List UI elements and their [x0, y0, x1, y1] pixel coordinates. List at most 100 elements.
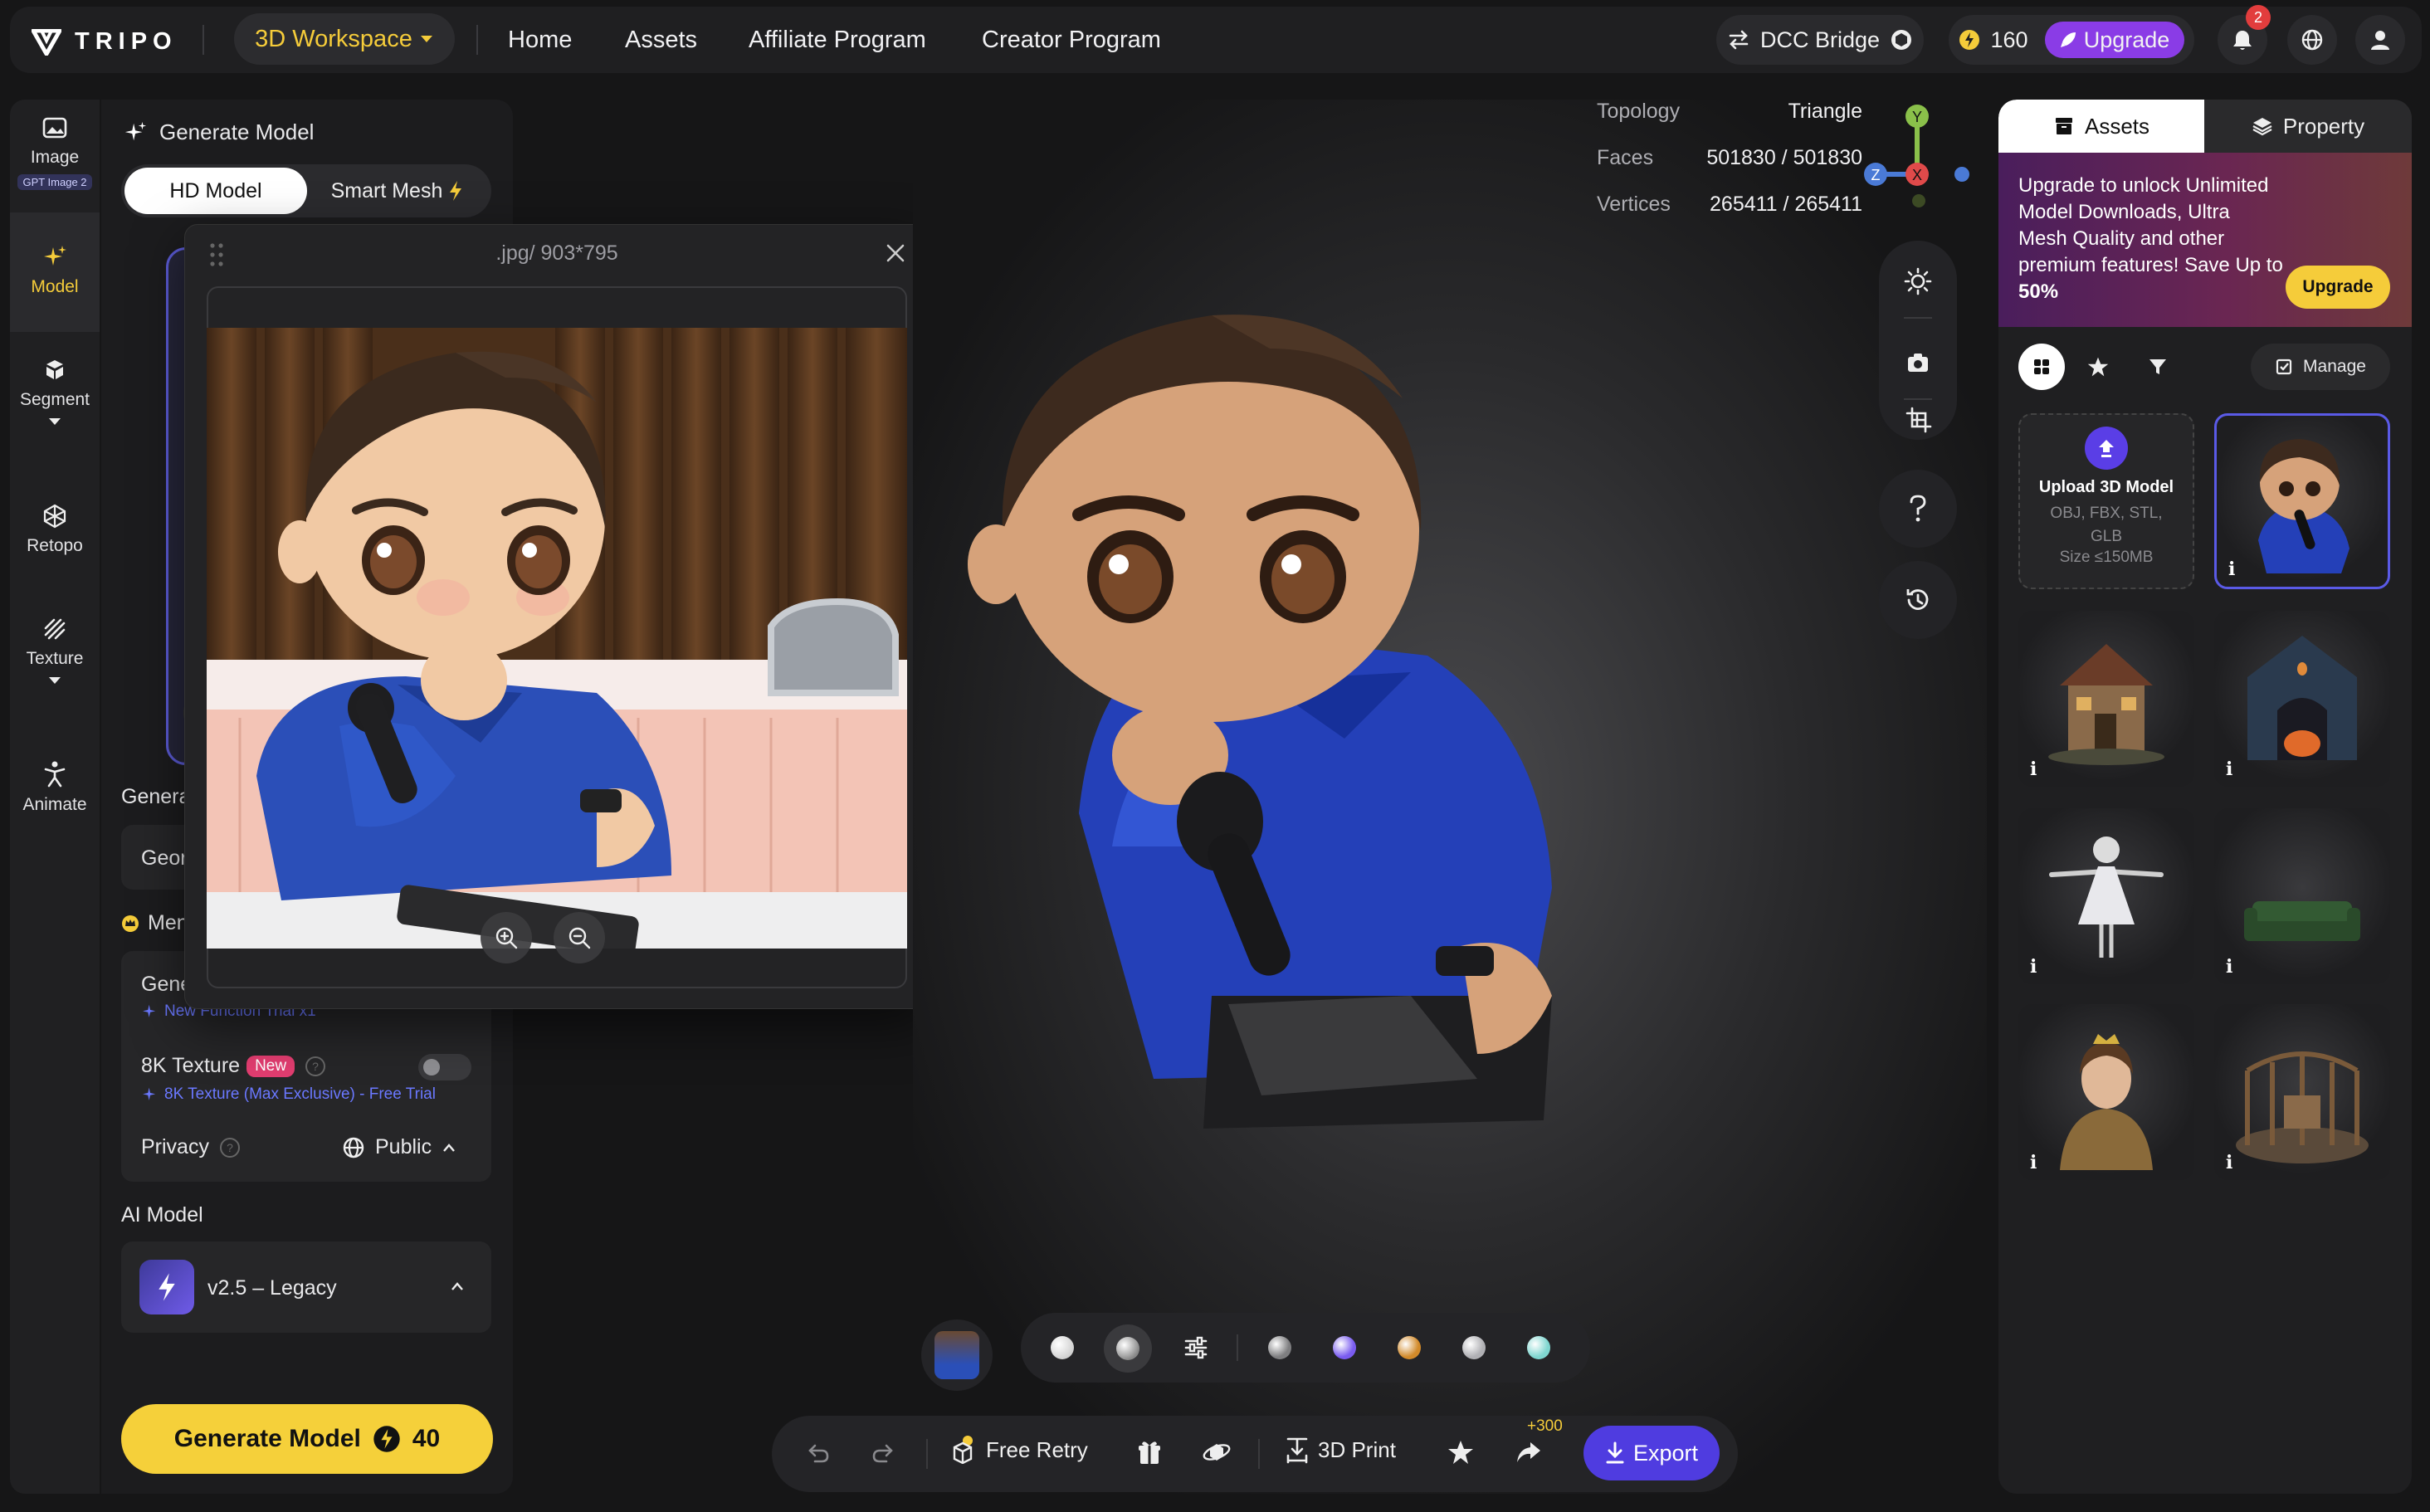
nav-home[interactable]: Home [508, 27, 572, 54]
export-button[interactable]: Export [1583, 1426, 1720, 1480]
free-retry-button[interactable]: Free Retry [951, 1436, 1088, 1464]
share-icon[interactable] [1515, 1441, 1542, 1464]
nav-assets[interactable]: Assets [625, 27, 697, 54]
filter-button[interactable] [2135, 344, 2181, 390]
workspace-dropdown[interactable]: 3D Workspace [234, 13, 455, 65]
swatch-teal[interactable] [1527, 1336, 1550, 1359]
filter-all-button[interactable] [2018, 344, 2065, 390]
zoom-out-button[interactable] [554, 912, 605, 963]
lightning-coin-icon [373, 1426, 400, 1452]
zoom-out-icon [568, 927, 591, 949]
upgrade-promo-banner: Upgrade to unlock Unlimited Model Downlo… [1998, 153, 2412, 327]
image-preview-popup: .jpg/ 903*795 [184, 224, 928, 1009]
asset-thumb-queen[interactable]: i [2018, 1004, 2194, 1180]
history-button[interactable] [1879, 561, 1957, 639]
axis-gizmo[interactable]: Y Z X [1859, 100, 1984, 224]
orbit-model-icon[interactable] [1202, 1439, 1232, 1466]
faces-label: Faces [1597, 146, 1654, 169]
textured-render-button[interactable] [1104, 1324, 1152, 1373]
rail-animate[interactable]: Animate [10, 760, 100, 815]
close-icon[interactable] [884, 241, 907, 265]
material-toolbar [1021, 1313, 1590, 1383]
rail-segment[interactable]: Segment [10, 357, 100, 427]
generate-model-button[interactable]: Generate Model 40 [121, 1404, 493, 1474]
ai-model-select[interactable]: v2.5 – Legacy [121, 1241, 491, 1333]
globe-icon [343, 1137, 364, 1158]
asset-thumb-current-model[interactable]: i [2214, 413, 2390, 589]
asset-info-icon[interactable]: i [2228, 558, 2235, 580]
redo-icon[interactable] [871, 1442, 896, 1464]
privacy-label: Privacy [141, 1135, 209, 1158]
asset-info-icon[interactable]: i [2226, 758, 2232, 780]
divider [202, 25, 204, 55]
vertices-label: Vertices [1597, 193, 1671, 216]
asset-info-icon[interactable]: i [2226, 956, 2232, 978]
promo-upgrade-button[interactable]: Upgrade [2286, 266, 2390, 309]
privacy-select[interactable]: Public [342, 1135, 456, 1159]
asset-preview-queen [2060, 1034, 2153, 1170]
manage-label: Manage [2303, 357, 2366, 376]
tab-assets[interactable]: Assets [1998, 100, 2204, 153]
faces-value: 501830 / 501830 [1706, 146, 1862, 169]
tab-property[interactable]: Property [2204, 100, 2412, 153]
help-button[interactable] [1879, 470, 1957, 548]
asset-thumb-stage[interactable]: i [2214, 1004, 2390, 1180]
rail-image[interactable]: Image GPT Image 2 [10, 116, 100, 190]
help-circle-icon[interactable]: ? [305, 1056, 326, 1077]
swatch-gray[interactable] [1268, 1336, 1291, 1359]
notifications-button[interactable]: 2 [2218, 5, 2271, 65]
crop-grid-icon[interactable] [1904, 405, 1932, 433]
nav-affiliate-program[interactable]: Affiliate Program [749, 27, 926, 54]
lightning-icon [159, 1273, 175, 1301]
undo-icon[interactable] [805, 1442, 830, 1464]
asset-thumb-ballerina[interactable]: i [2018, 808, 2194, 984]
asset-info-icon[interactable]: i [2226, 1152, 2232, 1173]
zoom-in-button[interactable] [481, 912, 532, 963]
account-button[interactable] [2355, 15, 2405, 65]
3d-print-button[interactable]: 3D Print [1285, 1436, 1396, 1464]
asset-thumb-sofa[interactable]: i [2214, 808, 2390, 984]
model-thumbnail-button[interactable] [921, 1319, 993, 1391]
tab-hd-model[interactable]: HD Model [124, 168, 307, 214]
reference-image [207, 328, 907, 949]
sliders-icon[interactable] [1183, 1336, 1208, 1359]
camera-icon[interactable] [1904, 349, 1932, 377]
asset-thumb-house[interactable]: i [2018, 611, 2194, 787]
3d-print-label: 3D Print [1318, 1436, 1396, 1462]
rail-model[interactable]: Model [10, 244, 100, 297]
sparkle-icon [143, 1087, 156, 1100]
swatch-gold[interactable] [1398, 1336, 1421, 1359]
dcc-bridge-button[interactable]: DCC Bridge [1716, 15, 1924, 65]
gift-icon[interactable] [1137, 1439, 1162, 1466]
tripo-logo[interactable]: TRIPO [32, 28, 178, 56]
rail-retopo[interactable]: Retopo [10, 503, 100, 556]
clay-render-button[interactable] [1051, 1336, 1074, 1359]
upload-3d-model-tile[interactable]: Upload 3D Model OBJ, FBX, STL, GLB Size … [2018, 413, 2194, 589]
light-icon[interactable] [1904, 267, 1932, 295]
rail-segment-label: Segment [19, 390, 90, 409]
manage-button[interactable]: Manage [2251, 344, 2390, 390]
upload-arrow-icon [2099, 440, 2114, 457]
swatch-iridescent[interactable] [1333, 1336, 1356, 1359]
divider [1237, 1334, 1238, 1361]
asset-thumb-fireplace[interactable]: i [2214, 611, 2390, 787]
upgrade-button[interactable]: Upgrade [2044, 22, 2184, 58]
asset-info-icon[interactable]: i [2030, 956, 2037, 978]
3d-viewport[interactable]: Topology Triangle Faces 501830 / 501830 … [913, 100, 1987, 1494]
asset-info-icon[interactable]: i [2030, 1152, 2037, 1173]
free-retry-label: Free Retry [986, 1436, 1088, 1462]
asset-info-icon[interactable]: i [2030, 758, 2037, 780]
logo-text: TRIPO [75, 28, 178, 55]
help-circle-icon[interactable]: ? [219, 1137, 241, 1158]
swatch-chrome[interactable] [1462, 1336, 1486, 1359]
texture-8k-toggle[interactable] [418, 1054, 471, 1080]
star-icon[interactable] [1447, 1439, 1474, 1466]
download-icon [1606, 1441, 1624, 1464]
language-button[interactable] [2287, 15, 2337, 65]
caret-down-icon [49, 418, 61, 425]
tab-smart-mesh[interactable]: Smart Mesh [307, 168, 488, 214]
nav-creator-program[interactable]: Creator Program [982, 27, 1161, 54]
filter-favorites-button[interactable] [2075, 344, 2121, 390]
rail-texture[interactable]: Texture [10, 616, 100, 685]
caret-down-icon [420, 36, 432, 42]
